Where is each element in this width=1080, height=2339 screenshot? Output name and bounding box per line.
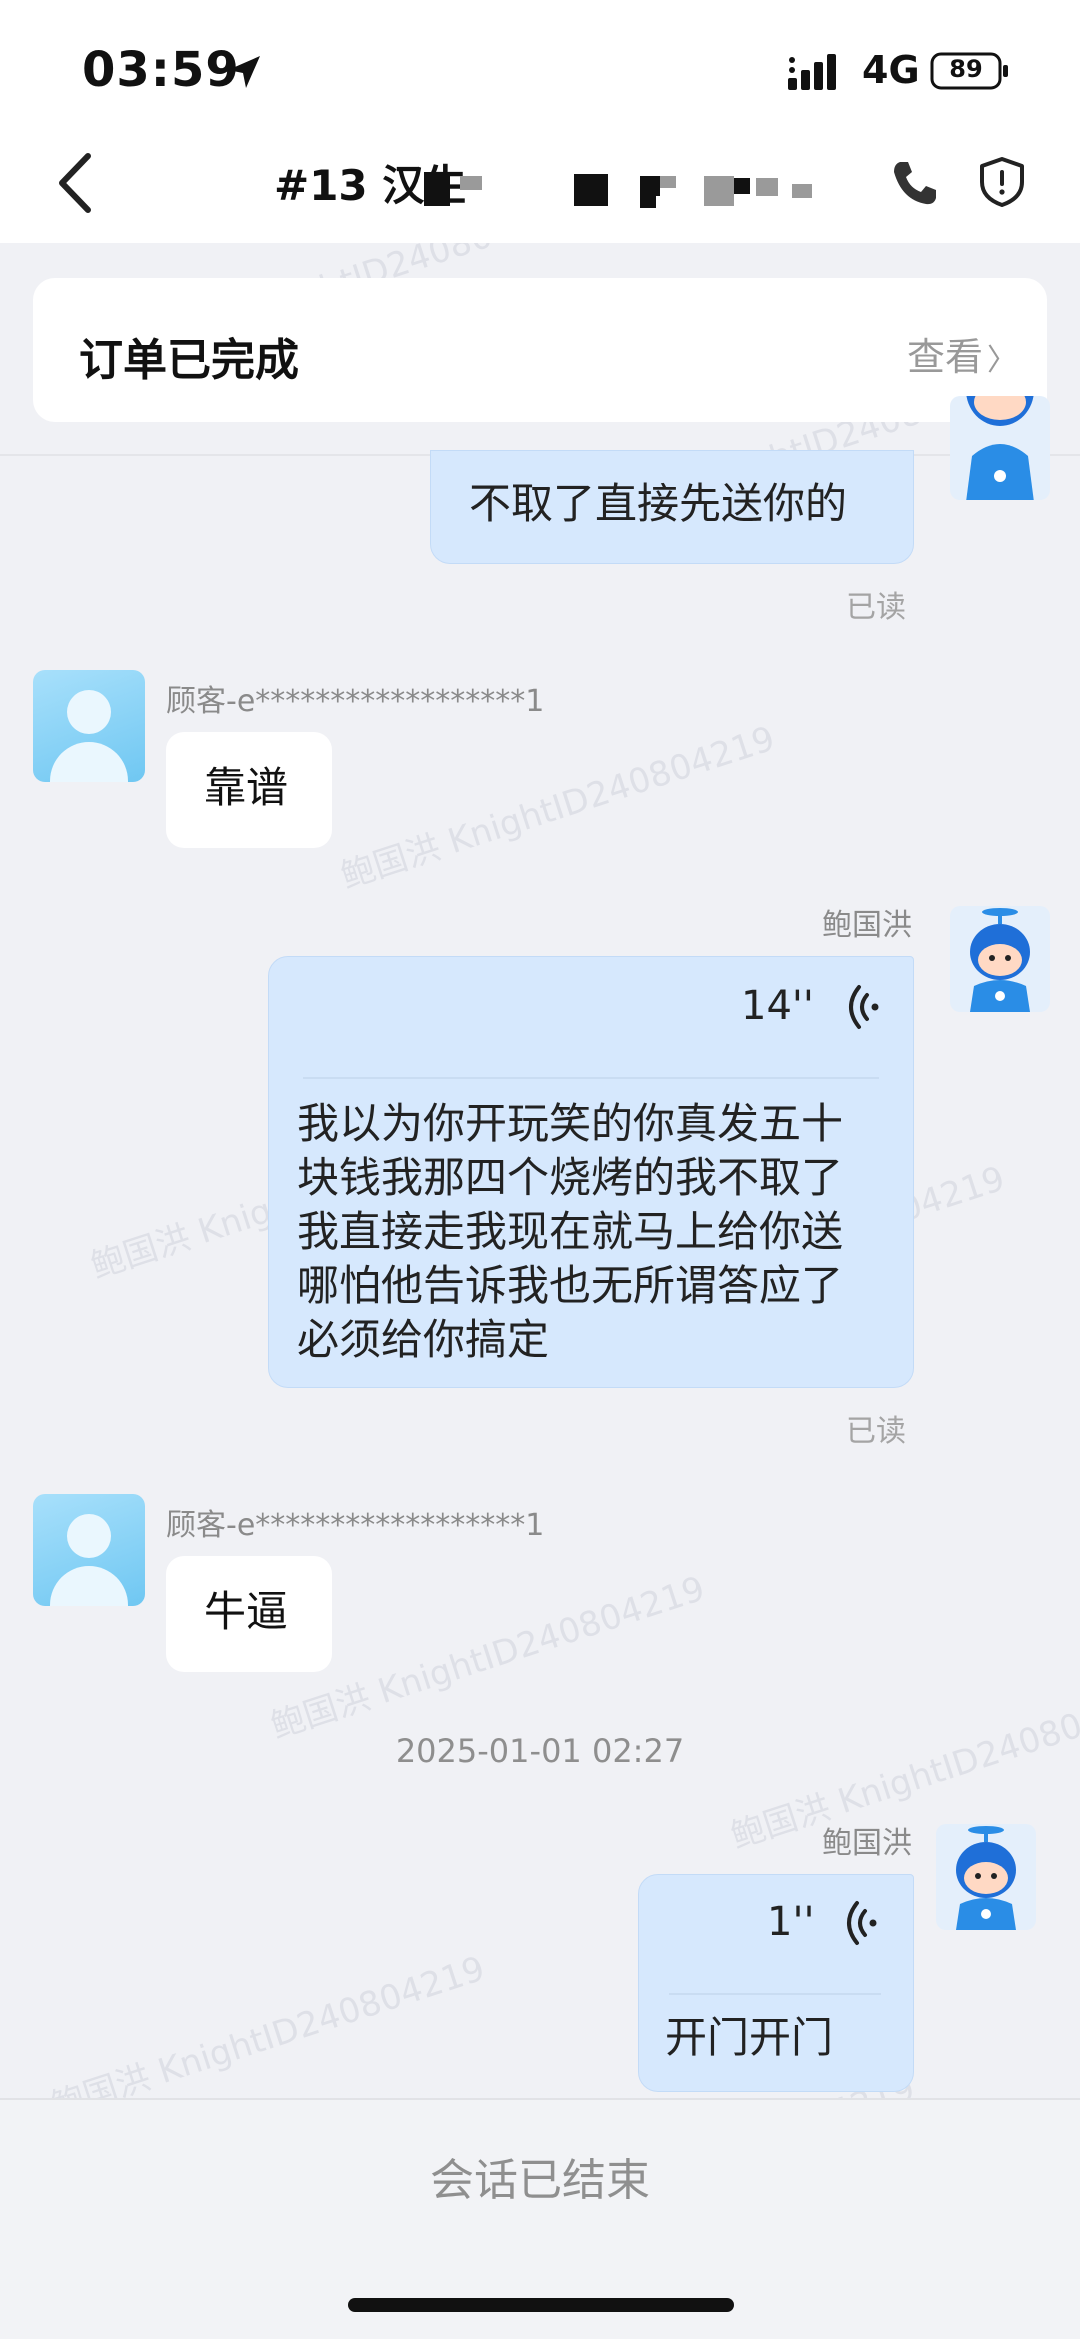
rider-avatar (936, 1824, 1036, 1930)
view-order-label: 查看 (906, 335, 983, 379)
transcript-line: 必须给你搞定 (297, 1315, 550, 1364)
voice-divider (303, 1077, 879, 1079)
read-status: 已读 (846, 1414, 906, 1449)
voice-message-bubble[interactable]: 1'' 开门开门 (638, 1874, 914, 2092)
sender-name: 顾客-e******************1 (166, 684, 545, 719)
voice-wave-icon[interactable] (833, 1897, 877, 1949)
rider-avatar (950, 396, 1050, 500)
customer-avatar[interactable] (33, 670, 145, 782)
read-status: 已读 (846, 590, 906, 625)
voice-divider (669, 1993, 881, 1995)
voice-transcript: 开门开门 (665, 2013, 834, 2062)
rider-mascot-icon (956, 1826, 1016, 1930)
transcript-line: 我直接走我现在就马上给你送 (297, 1207, 844, 1256)
voice-duration: 14'' (741, 983, 814, 1029)
session-ended-text: 会话已结束 (430, 2155, 650, 2206)
message-text: 不取了直接先送你的 (469, 479, 848, 528)
message-text: 牛逼 (204, 1587, 289, 1636)
rider-mascot-icon (966, 396, 1034, 500)
voice-wave-icon[interactable] (835, 981, 879, 1033)
watermark: 鲍国洪 KnightID240804219 (335, 718, 780, 897)
location-arrow-icon (228, 56, 260, 88)
customer-avatar[interactable] (33, 1494, 145, 1606)
order-status-card[interactable]: 订单已完成 查看〉 (33, 278, 1047, 422)
rider-avatar (950, 906, 1050, 1012)
rider-mascot-icon (970, 908, 1030, 1012)
header-bar: 03:59 4G 89 #13 汉生 (0, 0, 1080, 243)
phone-icon[interactable] (890, 158, 940, 208)
message-bubble[interactable]: 靠谱 (166, 732, 332, 848)
sender-name: 顾客-e******************1 (166, 1508, 545, 1543)
home-indicator[interactable] (348, 2298, 734, 2312)
signal-bars-icon (788, 54, 836, 90)
voice-transcript: 我以为你开玩笑的你真发五十 块钱我那四个烧烤的我不取了 我直接走我现在就马上给你… (297, 1097, 897, 1367)
battery-level: 89 (949, 55, 983, 83)
transcript-line: 我以为你开玩笑的你真发五十 (297, 1099, 844, 1148)
transcript-line: 哪怕他告诉我也无所谓答应了 (297, 1261, 844, 1310)
sender-name: 鲍国洪 (822, 1826, 912, 1861)
network-type: 4G (862, 48, 920, 92)
view-order-link[interactable]: 查看〉 (907, 326, 1017, 381)
sender-name: 鲍国洪 (822, 908, 912, 943)
status-time: 03:59 (82, 42, 240, 98)
message-bubble[interactable]: 不取了直接先送你的 (430, 450, 914, 564)
back-chevron-icon[interactable] (52, 150, 102, 216)
message-timestamp: 2025-01-01 02:27 (395, 1732, 685, 1770)
voice-message-bubble[interactable]: 14'' 我以为你开玩笑的你真发五十 块钱我那四个烧烤的我不取了 我直接走我现在… (268, 956, 914, 1388)
message-text: 靠谱 (204, 763, 289, 812)
shield-alert-icon[interactable] (978, 156, 1026, 208)
chevron-right-icon: 〉 (987, 343, 1017, 378)
transcript-line: 块钱我那四个烧烤的我不取了 (297, 1153, 844, 1202)
order-status-text: 订单已完成 (79, 335, 299, 386)
voice-duration: 1'' (767, 1899, 815, 1945)
message-bubble[interactable]: 牛逼 (166, 1556, 332, 1672)
